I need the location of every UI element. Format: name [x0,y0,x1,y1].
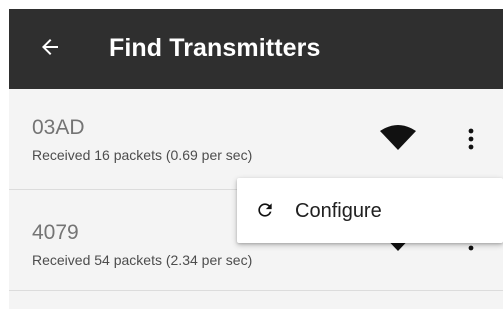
more-vert-icon [468,128,474,150]
refresh-icon [258,203,272,217]
configure-menu-label: Configure [295,200,382,222]
transmitter-row-partial [9,292,503,309]
overflow-popup-menu: Configure [237,178,503,243]
wifi-signal-icon [380,125,416,150]
transmitter-packet-status: Received 54 packets (2.34 per sec) [32,252,253,268]
transmitter-id: 03AD [32,116,85,139]
back-button[interactable] [35,32,65,62]
arrow-left-icon [42,39,58,55]
more-options-button[interactable] [461,122,481,156]
transmitter-id: 4079 [32,221,79,244]
configure-menu-item[interactable]: Configure [237,178,503,243]
page-title: Find Transmitters [109,34,321,62]
transmitter-packet-status: Received 16 packets (0.69 per sec) [32,147,253,163]
find-transmitters-screen: Find Transmitters 03AD Received 16 packe… [0,0,503,309]
transmitter-row-03ad[interactable]: 03AD Received 16 packets (0.69 per sec) [9,89,503,190]
app-bar: Find Transmitters [9,9,503,89]
